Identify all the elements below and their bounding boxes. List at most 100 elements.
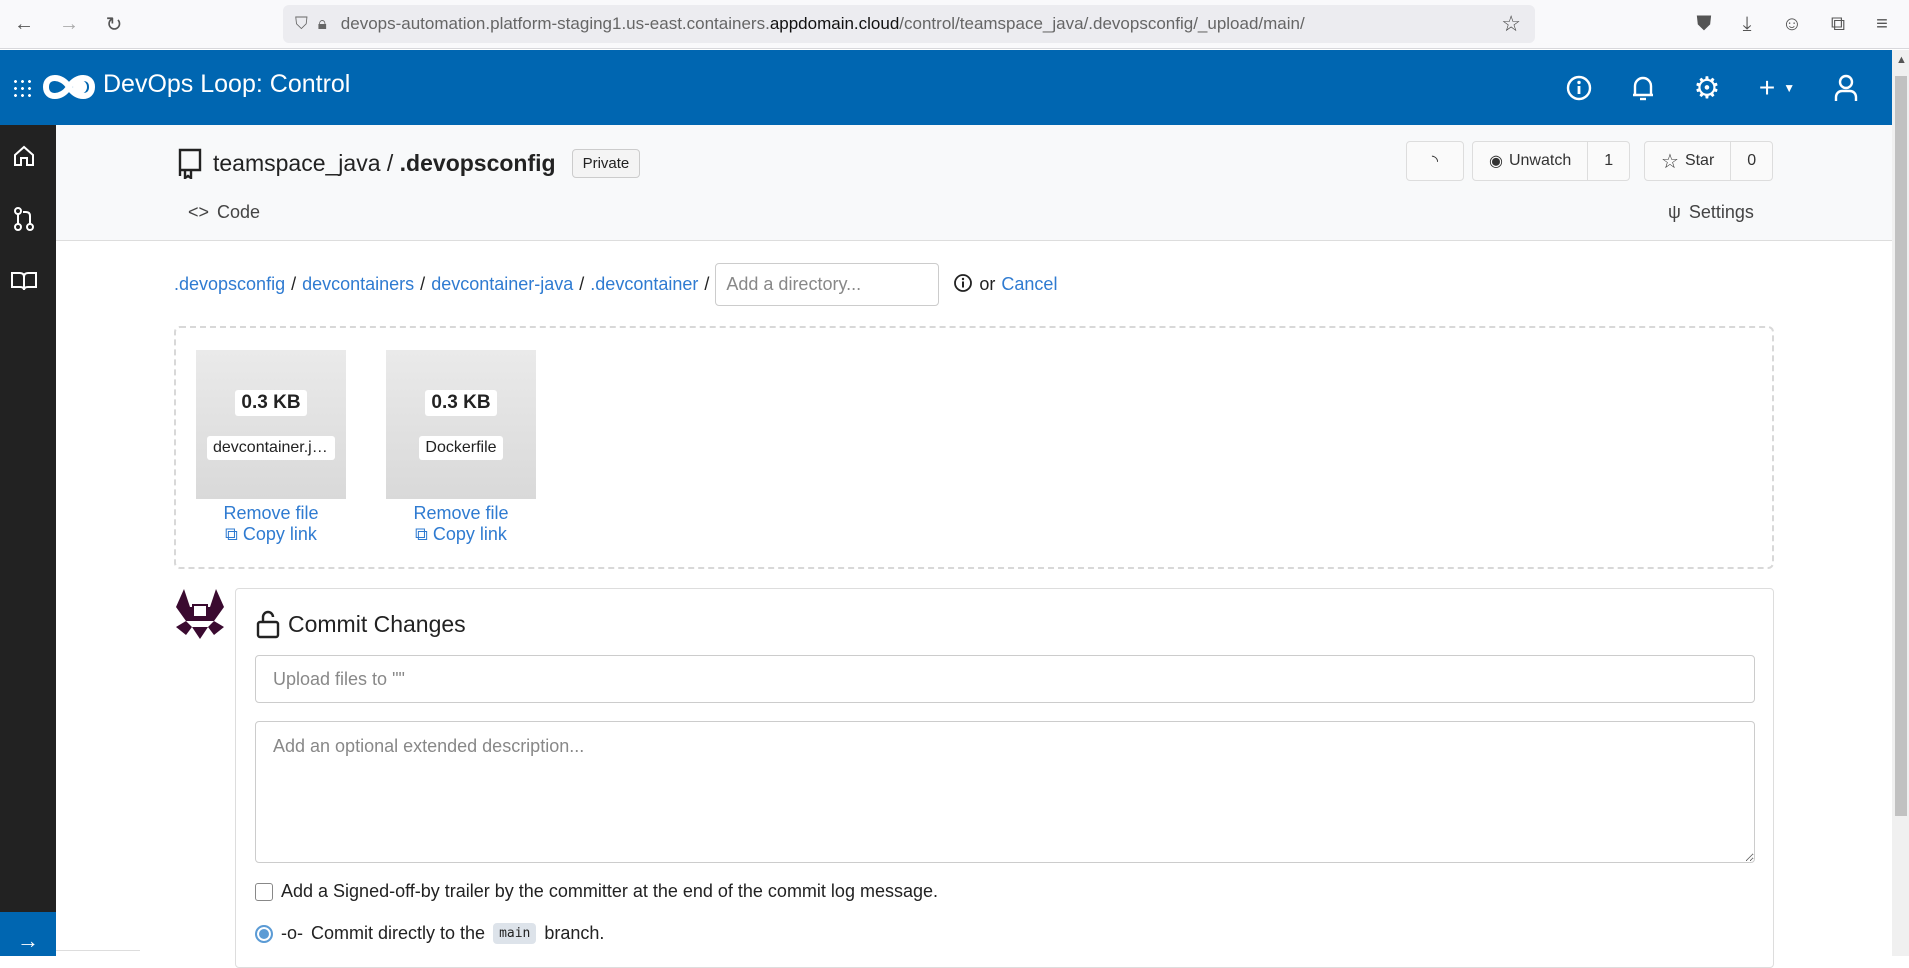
copy-icon: ⧉ bbox=[415, 524, 433, 544]
forward-icon[interactable]: → bbox=[55, 10, 83, 38]
scroll-up-icon[interactable]: ▲ bbox=[1896, 54, 1907, 66]
tab-code-label: Code bbox=[217, 202, 261, 222]
page-scrollbar[interactable]: ▲ bbox=[1892, 50, 1909, 956]
or-text: or bbox=[979, 273, 996, 294]
breadcrumb-separator: / bbox=[420, 273, 426, 294]
pocket-icon[interactable]: ⛊ bbox=[1690, 10, 1718, 38]
status-strip bbox=[56, 950, 140, 956]
file-preview: 0.3 KB Dockerfile Remove file ⧉ Copy link bbox=[386, 350, 536, 545]
left-sidebar bbox=[0, 125, 56, 956]
breadcrumb-item[interactable]: devcontainers bbox=[302, 274, 414, 295]
devops-loop-logo-icon bbox=[42, 75, 96, 99]
home-icon[interactable] bbox=[8, 140, 40, 172]
back-icon[interactable]: ← bbox=[10, 10, 38, 38]
copy-link-label: Copy link bbox=[432, 524, 507, 544]
commit-direct-option[interactable]: -o- Commit directly to the main branch. bbox=[255, 923, 604, 944]
app-header: DevOps Loop: Control ⚙ + ▼ bbox=[0, 50, 1892, 125]
info-icon[interactable] bbox=[953, 273, 973, 296]
bookmark-star-icon[interactable]: ☆ bbox=[1501, 11, 1521, 37]
breadcrumb-item[interactable]: devcontainer-java bbox=[431, 274, 573, 295]
signoff-option[interactable]: Add a Signed-off-by trailer by the commi… bbox=[255, 881, 938, 902]
commit-title-text: Commit Changes bbox=[288, 610, 466, 637]
git-commit-icon: -o- bbox=[281, 923, 303, 943]
avatar bbox=[176, 589, 224, 639]
star-count[interactable]: 0 bbox=[1730, 142, 1772, 180]
extensions-icon[interactable]: ⧉ bbox=[1824, 10, 1852, 38]
file-size: 0.3 KB bbox=[425, 389, 497, 416]
notifications-bell-icon[interactable] bbox=[1627, 72, 1659, 104]
signoff-label: Add a Signed-off-by trailer by the commi… bbox=[281, 881, 938, 901]
menu-icon[interactable]: ≡ bbox=[1868, 10, 1896, 38]
rss-icon: ◝ bbox=[1431, 153, 1439, 170]
watch-label: Unwatch bbox=[1508, 152, 1572, 169]
eye-icon: ◉ bbox=[1489, 153, 1503, 170]
file-thumbnail: 0.3 KB Dockerfile bbox=[386, 350, 536, 499]
visibility-badge: Private bbox=[571, 148, 641, 178]
file-dropzone[interactable]: 0.3 KB devcontainer.json Remove file ⧉ Co… bbox=[174, 326, 1774, 569]
lock-icon: 🔒︎ bbox=[317, 14, 327, 33]
user-profile-icon[interactable] bbox=[1830, 72, 1862, 104]
tab-settings[interactable]: ψ Settings bbox=[1668, 202, 1754, 223]
copy-link[interactable]: ⧉ Copy link bbox=[386, 524, 536, 545]
account-icon[interactable]: ☺ bbox=[1778, 10, 1806, 38]
breadcrumb-separator: / bbox=[704, 273, 710, 294]
signoff-checkbox[interactable] bbox=[255, 882, 273, 901]
commit-direct-label: Commit directly to the bbox=[311, 923, 486, 943]
breadcrumb: .devopsconfig / devcontainers / devcontain… bbox=[174, 262, 1057, 306]
wrench-icon: ψ bbox=[1668, 202, 1681, 222]
repo-name-link[interactable]: .devopsconfig bbox=[400, 150, 556, 176]
file-preview: 0.3 KB devcontainer.json Remove file ⧉ Co… bbox=[196, 350, 346, 545]
copy-link[interactable]: ⧉ Copy link bbox=[196, 524, 346, 545]
directory-input[interactable] bbox=[715, 262, 940, 306]
repo-icon bbox=[178, 148, 202, 179]
file-name: devcontainer.json bbox=[207, 435, 335, 460]
breadcrumb-separator: / bbox=[291, 273, 297, 294]
app-switcher-icon[interactable] bbox=[12, 78, 32, 98]
url-suffix: /control/teamspace_java/.devopsconfig/_u… bbox=[899, 14, 1305, 33]
code-icon: <> bbox=[188, 202, 210, 222]
copy-link-label: Copy link bbox=[242, 524, 317, 544]
info-icon[interactable] bbox=[1563, 72, 1595, 104]
watch-button[interactable]: ◉ Unwatch 1 bbox=[1472, 141, 1631, 181]
expand-sidebar-button[interactable]: → bbox=[0, 912, 56, 956]
star-button[interactable]: ☆ Star 0 bbox=[1644, 141, 1774, 181]
breadcrumb-item[interactable]: .devopsconfig bbox=[174, 274, 285, 295]
reload-icon[interactable]: ↻ bbox=[100, 10, 128, 38]
file-name: Dockerfile bbox=[419, 435, 503, 460]
remove-file-link[interactable]: Remove file bbox=[386, 503, 536, 524]
url-domain: appdomain.cloud bbox=[769, 14, 900, 33]
star-icon: ☆ bbox=[1661, 150, 1679, 173]
pull-requests-icon[interactable] bbox=[8, 203, 40, 235]
browser-toolbar: ← → ↻ ⛉ 🔒︎ devops-automation.platform-st… bbox=[0, 0, 1909, 49]
copy-icon: ⧉ bbox=[225, 524, 243, 544]
unlock-icon bbox=[256, 610, 280, 639]
branch-name: main bbox=[493, 923, 537, 944]
commit-form: Commit Changes Add a Signed-off-by trail… bbox=[235, 588, 1774, 968]
repo-owner-link[interactable]: teamspace_java bbox=[213, 150, 381, 176]
tab-code[interactable]: <> Code bbox=[188, 202, 260, 223]
settings-gear-icon[interactable]: ⚙ bbox=[1691, 72, 1723, 105]
app-title[interactable]: DevOps Loop: Control bbox=[103, 70, 350, 99]
address-bar[interactable]: ⛉ 🔒︎ devops-automation.platform-staging1… bbox=[283, 5, 1535, 43]
docs-book-icon[interactable] bbox=[8, 265, 40, 297]
cancel-link[interactable]: Cancel bbox=[1001, 274, 1057, 295]
download-icon[interactable]: ⤓ bbox=[1733, 10, 1761, 38]
rss-feed-button[interactable]: ◝ bbox=[1406, 141, 1464, 181]
repo-separator: / bbox=[380, 149, 400, 176]
commit-direct-suffix: branch. bbox=[544, 923, 605, 943]
url-prefix: devops-automation.platform-staging1.us-e… bbox=[340, 14, 770, 33]
remove-file-link[interactable]: Remove file bbox=[196, 503, 346, 524]
star-label: Star bbox=[1684, 152, 1715, 169]
commit-description-textarea[interactable] bbox=[255, 721, 1755, 863]
commit-title: Commit Changes bbox=[256, 609, 466, 639]
scrollbar-thumb[interactable] bbox=[1895, 76, 1907, 816]
file-size: 0.3 KB bbox=[235, 389, 307, 416]
repo-title: teamspace_java / .devopsconfig Private bbox=[177, 147, 641, 179]
file-thumbnail: 0.3 KB devcontainer.json bbox=[196, 350, 346, 499]
watch-count[interactable]: 1 bbox=[1587, 142, 1629, 180]
commit-direct-radio[interactable] bbox=[255, 924, 273, 943]
shield-icon: ⛉ bbox=[295, 14, 308, 33]
commit-message-input[interactable] bbox=[255, 655, 1755, 703]
create-new-dropdown[interactable]: + ▼ bbox=[1752, 72, 1802, 104]
breadcrumb-item[interactable]: .devcontainer bbox=[590, 274, 698, 295]
